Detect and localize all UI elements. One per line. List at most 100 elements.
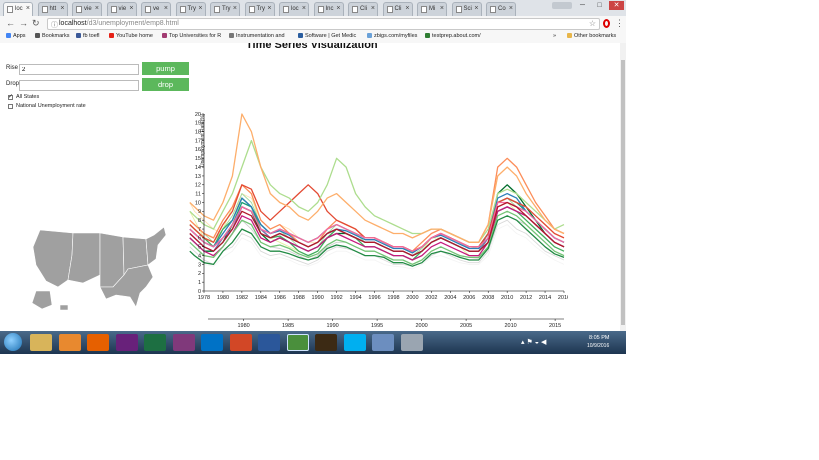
clock-time[interactable]: 8:05 PM	[589, 335, 609, 341]
map-west[interactable]	[32, 229, 74, 288]
terminal-taskbar-icon[interactable]	[315, 334, 337, 351]
skype-taskbar-icon[interactable]	[343, 334, 366, 351]
national-rate-checkbox[interactable]	[8, 104, 13, 109]
bookmark-zbigs[interactable]: zbigs.com/myfiles	[367, 33, 417, 39]
word-taskbar-icon[interactable]	[258, 334, 280, 351]
map-hawaii[interactable]	[59, 304, 69, 311]
tab-close-icon[interactable]: ×	[509, 5, 513, 12]
browser-tab[interactable]: vie ×	[106, 2, 137, 16]
minimize-icon[interactable]: ─	[575, 1, 590, 10]
browser-tab[interactable]: vie ×	[72, 2, 102, 16]
chrome-taskbar-icon[interactable]	[286, 334, 309, 351]
notes-app-taskbar-icon[interactable]	[372, 334, 394, 351]
flag-icon[interactable]: ⚑	[527, 339, 535, 346]
brush-tick-label: 1990	[326, 323, 338, 329]
drop-button[interactable]: drop	[142, 78, 189, 91]
tab-close-icon[interactable]: ×	[233, 5, 237, 12]
bookmark-youtube[interactable]: YouTube home	[109, 33, 153, 39]
browser-tab[interactable]: Mi ×	[417, 2, 447, 16]
bookmark-software[interactable]: Software | Get Medic	[298, 33, 356, 39]
settings-app-taskbar-icon[interactable]	[400, 334, 423, 351]
other-bookmarks[interactable]: Other bookmarks	[567, 33, 616, 39]
tab-close-icon[interactable]: ×	[60, 5, 64, 12]
brush-axis[interactable]: 1980 1985 1990 1995 2000 2005 2010 2015	[206, 318, 566, 331]
tab-close-icon[interactable]: ×	[336, 5, 340, 12]
map-mountain[interactable]	[67, 232, 101, 284]
back-arrow-icon[interactable]: ←	[6, 18, 15, 28]
bookmark-instrumentation[interactable]: Instrumentation and	[229, 33, 285, 39]
explorer-taskbar-icon[interactable]	[30, 334, 52, 351]
all-states-checkbox[interactable]	[8, 93, 13, 100]
browser-tab[interactable]: Try ×	[210, 2, 240, 16]
browser-tab[interactable]: loc ×	[279, 2, 309, 16]
browser-tab[interactable]: loc ×	[3, 2, 33, 16]
bookmark-top-universities[interactable]: Top Universities for R	[162, 33, 221, 39]
bookmark-bookmarks[interactable]: Bookmarks	[35, 33, 70, 39]
maximize-icon[interactable]: □	[592, 1, 607, 10]
media-player-taskbar-icon[interactable]	[58, 334, 81, 351]
more-bookmarks-button[interactable]: »	[553, 33, 556, 39]
facebook-icon	[76, 33, 81, 38]
address-bar[interactable]: ⓘ localhost/d3/unemployment/emp8.html ☆	[47, 18, 600, 30]
browser-tab[interactable]: Co ×	[486, 2, 516, 16]
tab-close-icon[interactable]: ×	[129, 5, 133, 12]
forward-arrow-icon[interactable]: →	[19, 18, 28, 28]
browser-tab[interactable]: Try ×	[175, 2, 206, 16]
map-alaska[interactable]	[31, 290, 53, 310]
tab-close-icon[interactable]: ×	[405, 5, 409, 12]
drop-input[interactable]	[19, 80, 139, 91]
excel-taskbar-icon[interactable]	[144, 334, 166, 351]
tab-title: Try	[222, 6, 231, 12]
close-window-icon[interactable]: ✕	[609, 1, 624, 10]
x-tick-label: 1992	[331, 295, 343, 301]
bookmark-testprep[interactable]: testprep.about.com/	[425, 33, 481, 39]
visual-studio-taskbar-icon[interactable]	[115, 334, 138, 351]
volume-icon[interactable]: ◀	[541, 339, 548, 346]
tab-title: Cli	[360, 6, 367, 12]
tab-favicon-icon	[386, 6, 393, 13]
browser-tab[interactable]: Try ×	[244, 2, 275, 16]
user-profile-button[interactable]	[552, 2, 572, 9]
menu-icon[interactable]: ⋮	[615, 18, 624, 29]
bookmark-apps[interactable]: Apps	[6, 33, 26, 39]
clock-date[interactable]: 10/9/2016	[587, 343, 609, 349]
state-series-line[interactable]	[189, 139, 565, 243]
tab-close-icon[interactable]: ×	[164, 5, 168, 12]
onenote-taskbar-icon[interactable]	[172, 334, 195, 351]
browser-tab[interactable]: Cli ×	[382, 2, 413, 16]
outlook-taskbar-icon[interactable]	[201, 334, 223, 351]
tab-close-icon[interactable]: ×	[198, 5, 202, 12]
bookmark-label: Bookmarks	[42, 33, 70, 39]
bookmark-star-icon[interactable]: ☆	[589, 19, 596, 28]
rise-input[interactable]	[19, 64, 139, 75]
state-series-line[interactable]	[189, 113, 565, 243]
tab-close-icon[interactable]: ×	[440, 5, 444, 12]
browser-tab[interactable]: Cli ×	[348, 2, 378, 16]
bookmark-fb-toefl[interactable]: fb toefl	[76, 33, 100, 39]
time-series-chart[interactable]: 012345678910111213141516171819201978 1980…	[188, 111, 568, 301]
browser-tab[interactable]: Sci ×	[451, 2, 482, 16]
chart-y-label: Unemployment Rate(%)	[200, 113, 206, 167]
browser-tab[interactable]: ve ×	[141, 2, 171, 16]
firefox-taskbar-icon[interactable]	[87, 334, 109, 351]
map-northeast[interactable]	[145, 226, 167, 266]
tab-close-icon[interactable]: ×	[26, 5, 30, 12]
reload-icon[interactable]: ↻	[32, 18, 40, 29]
start-button[interactable]	[4, 333, 22, 351]
tab-close-icon[interactable]: ×	[95, 5, 99, 12]
tab-close-icon[interactable]: ×	[474, 5, 478, 12]
opera-extension-icon[interactable]	[603, 19, 610, 28]
tab-close-icon[interactable]: ×	[267, 5, 271, 12]
tab-close-icon[interactable]: ×	[371, 5, 375, 12]
tab-close-icon[interactable]: ×	[302, 5, 306, 12]
brush-tick-label: 1985	[282, 323, 294, 329]
tab-title: Cli	[394, 6, 402, 12]
other-bookmarks-label: Other bookmarks	[574, 33, 617, 39]
scrollbar-thumb[interactable]	[621, 60, 625, 325]
browser-tab[interactable]: htt ×	[37, 2, 68, 16]
page-info-icon[interactable]: ⓘ	[51, 20, 58, 30]
browser-tab[interactable]: Inc ×	[313, 2, 344, 16]
us-map[interactable]	[28, 225, 168, 315]
powerpoint-taskbar-icon[interactable]	[229, 334, 252, 351]
pump-button[interactable]: pump	[142, 62, 189, 75]
